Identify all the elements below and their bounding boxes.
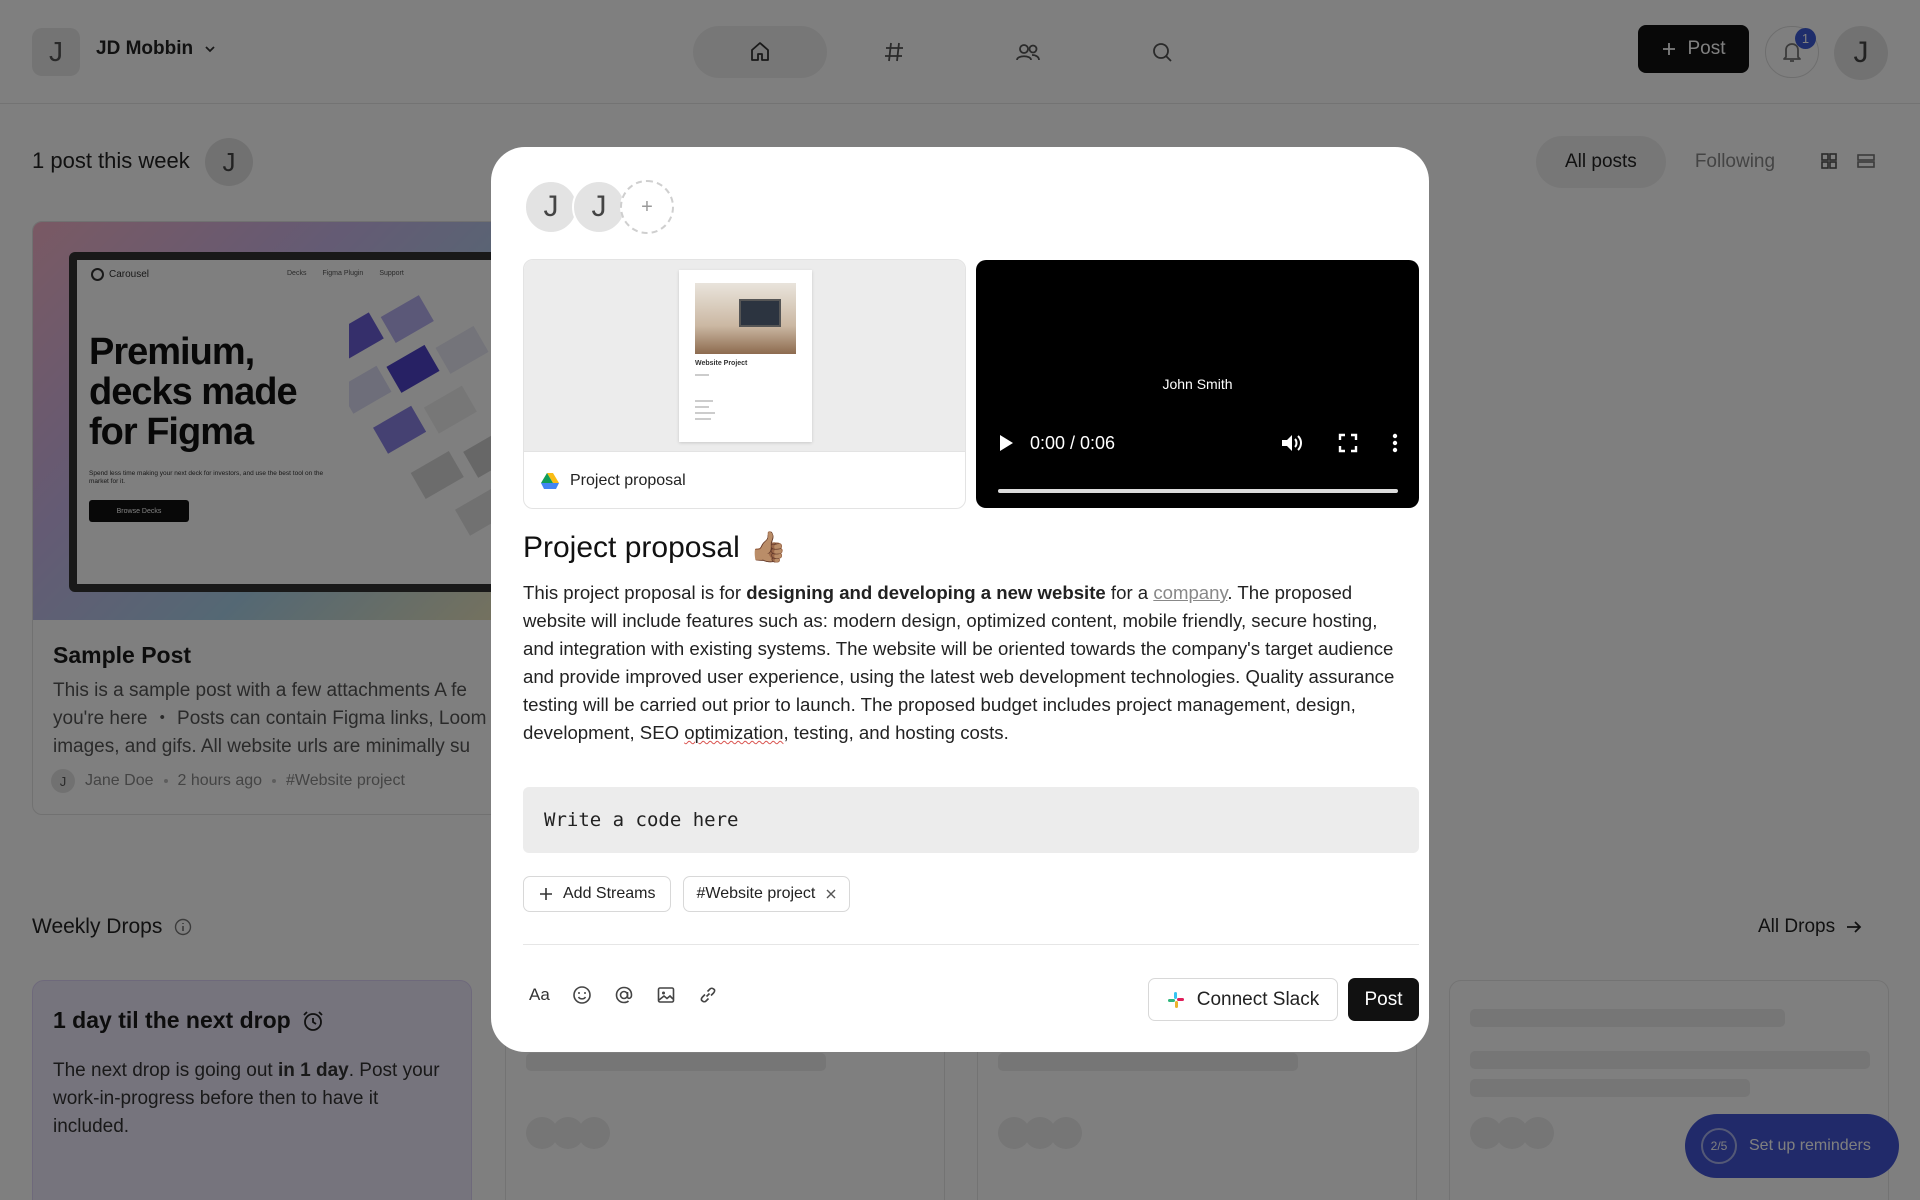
add-streams-button[interactable]: Add Streams (523, 876, 672, 912)
text-format-icon[interactable]: Aa (529, 985, 550, 1005)
doc-line (695, 400, 713, 402)
doc-label: Project proposal (570, 472, 686, 489)
body-text: for a (1105, 582, 1154, 603)
plus-icon (539, 887, 553, 901)
video-progress-bar[interactable] (998, 489, 1398, 493)
doc-photo-monitor (739, 299, 781, 327)
post-title-field[interactable]: Project proposal 👍🏽 (523, 530, 787, 565)
play-icon[interactable] (998, 434, 1014, 452)
video-controls: 0:00 / 0:06 (998, 432, 1398, 454)
attachment-video-player[interactable]: John Smith 0:00 / 0:06 (976, 260, 1419, 508)
doc-line (695, 418, 711, 420)
add-collaborator-button[interactable]: + (620, 180, 674, 234)
emoji-icon[interactable] (572, 985, 592, 1005)
collaborator-avatar[interactable]: J (524, 180, 578, 234)
post-title-text: Project proposal (523, 530, 740, 564)
volume-icon[interactable] (1280, 432, 1304, 454)
body-link[interactable]: company (1153, 582, 1227, 603)
stream-chip-label: #Website project (696, 885, 816, 902)
body-text: . The proposed website will include feat… (523, 582, 1395, 743)
body-text: This project proposal is for (523, 582, 747, 603)
fullscreen-icon[interactable] (1338, 433, 1358, 453)
composer-divider (523, 944, 1419, 945)
video-title: John Smith (1162, 376, 1233, 392)
connect-slack-button[interactable]: Connect Slack (1148, 978, 1338, 1021)
google-drive-icon (540, 472, 560, 490)
doc-line (695, 406, 709, 408)
doc-line (695, 374, 709, 376)
body-bold-text: designing and developing a new website (746, 582, 1106, 603)
video-right-controls (1280, 432, 1398, 454)
doc-heading: Website Project (695, 360, 748, 367)
doc-line (695, 412, 715, 414)
image-icon[interactable] (656, 985, 676, 1005)
doc-preview: Website Project (524, 260, 965, 452)
publish-post-button[interactable]: Post (1348, 978, 1419, 1021)
doc-page-thumbnail: Website Project (679, 270, 812, 442)
collaborator-avatars: J J + (524, 180, 674, 234)
doc-photo (695, 283, 796, 354)
post-body-editor[interactable]: This project proposal is for designing a… (523, 579, 1403, 747)
body-misspelled-word: optimization (684, 722, 784, 743)
add-streams-label: Add Streams (563, 885, 656, 902)
thumbs-up-emoji: 👍🏽 (749, 531, 788, 564)
doc-footer: Project proposal (540, 472, 686, 490)
stream-chips: Add Streams #Website project (523, 876, 851, 912)
code-block-input[interactable]: Write a code here (523, 787, 1419, 853)
close-icon[interactable] (825, 888, 837, 900)
video-time: 0:00 / 0:06 (1030, 432, 1116, 453)
more-vertical-icon[interactable] (1392, 433, 1398, 453)
mention-icon[interactable] (614, 985, 634, 1005)
post-composer-modal: J J + Website Project Project proposal J… (491, 147, 1429, 1052)
stream-chip[interactable]: #Website project (683, 876, 851, 912)
body-text: , testing, and hosting costs. (783, 722, 1009, 743)
slack-icon (1167, 991, 1185, 1009)
link-icon[interactable] (698, 985, 718, 1005)
connect-slack-label: Connect Slack (1196, 988, 1320, 1010)
collaborator-avatar[interactable]: J (572, 180, 626, 234)
composer-toolbar: Aa (529, 985, 718, 1005)
attachment-google-doc[interactable]: Website Project Project proposal (523, 259, 966, 509)
